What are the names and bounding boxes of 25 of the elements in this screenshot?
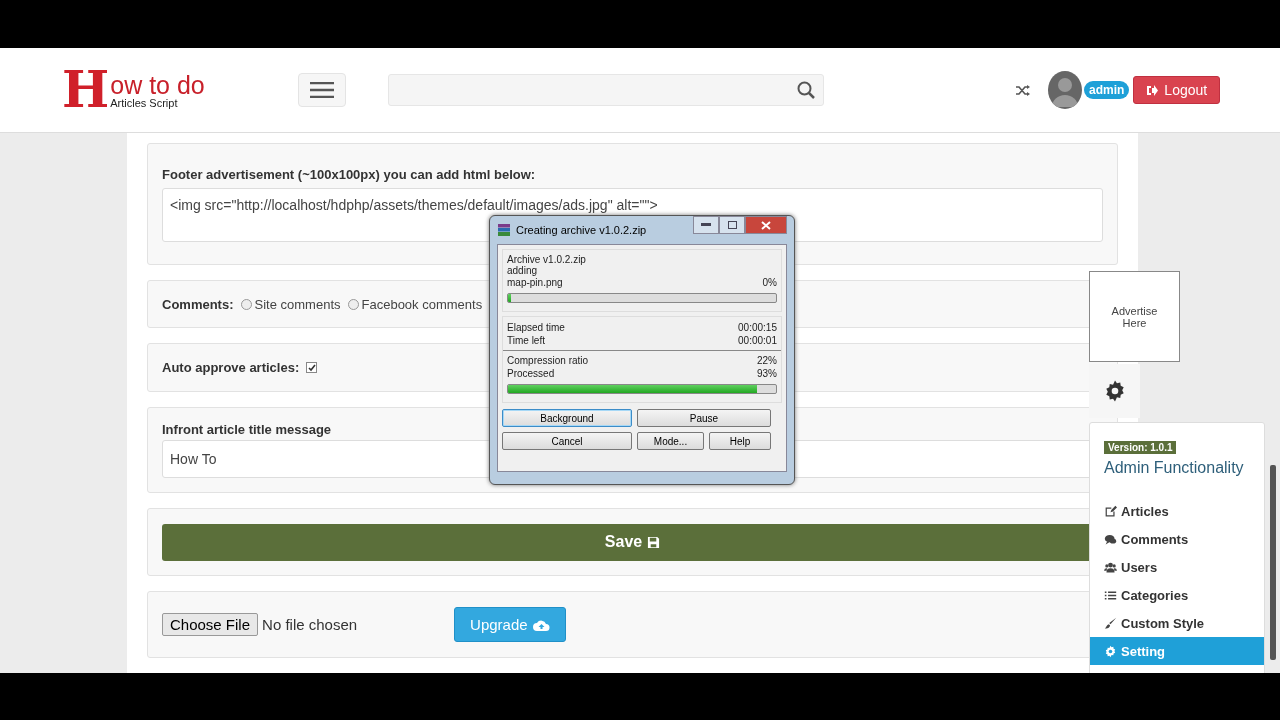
stat-value: 22% — [757, 354, 777, 367]
logo-letter: H — [62, 67, 110, 113]
file-percent: 0% — [762, 276, 777, 289]
radio-label: Facebook comments — [361, 296, 483, 312]
action-label: adding — [507, 265, 539, 276]
menu-title: Admin Functionality — [1104, 459, 1245, 477]
field-label: Footer advertisement (~100x100px) you can add html below: — [162, 166, 536, 182]
stat-label: Processed — [507, 367, 555, 380]
stat-value: 93% — [757, 367, 777, 380]
field-label: Comments: — [162, 296, 234, 312]
version-label: Version: 1.0.1 — [1104, 441, 1177, 454]
stat-value: 00:00:01 — [738, 334, 777, 347]
dialog-title: Creating archive v1.0.2.zip — [516, 224, 647, 236]
logo-subtitle: Articles Script — [110, 97, 179, 109]
archive-name: Archive v1.0.2.zip — [507, 254, 587, 265]
field-label: Auto approve articles: — [162, 360, 300, 375]
field-label: Infront article title message — [162, 422, 332, 437]
stat-label: Compression ratio — [507, 354, 589, 367]
stat-label: Time left — [507, 334, 545, 347]
logo-title: ow to do — [110, 73, 205, 97]
file-name: map-pin.png — [507, 276, 563, 289]
stat-value: 00:00:15 — [738, 321, 777, 334]
stat-label: Elapsed time — [507, 321, 565, 334]
radio-label: Site comments — [254, 296, 341, 312]
file-status: No file chosen — [262, 616, 359, 633]
